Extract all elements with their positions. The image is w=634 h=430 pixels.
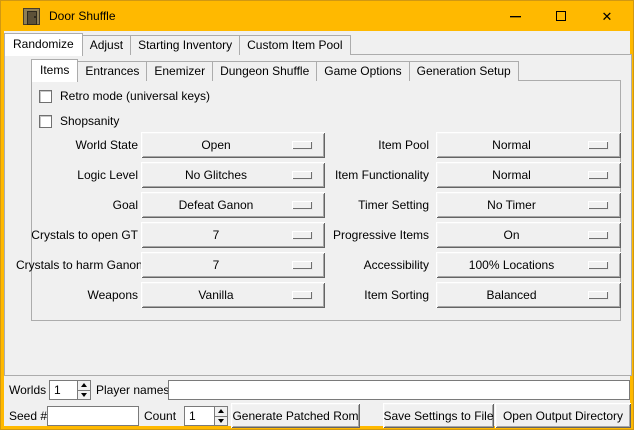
door-icon (23, 8, 40, 25)
tab-randomize[interactable]: Randomize (4, 33, 83, 56)
world-state-dropdown[interactable]: Open (141, 132, 325, 158)
dropdown-indicator-icon (292, 261, 312, 269)
tab-entrances[interactable]: Entrances (77, 61, 147, 81)
spin-down-icon[interactable] (215, 417, 227, 426)
crystals-open-gt-label: Crystals to open GT (16, 228, 138, 242)
dropdown-indicator-icon (588, 291, 608, 299)
window-controls: ✕ (492, 1, 630, 31)
item-sorting-dropdown[interactable]: Balanced (436, 282, 621, 308)
titlebar: Door Shuffle ✕ (1, 1, 633, 31)
weapons-dropdown[interactable]: Vanilla (141, 282, 325, 308)
dropdown-indicator-icon (292, 141, 312, 149)
open-output-directory-button[interactable]: Open Output Directory (495, 403, 631, 428)
dropdown-indicator-icon (588, 171, 608, 179)
close-icon: ✕ (602, 10, 613, 23)
progressive-items-label: Progressive Items (321, 228, 429, 242)
timer-setting-dropdown[interactable]: No Timer (436, 192, 621, 218)
accessibility-dropdown[interactable]: 100% Locations (436, 252, 621, 278)
tab-custom-item-pool[interactable]: Custom Item Pool (239, 35, 350, 55)
spin-up-icon[interactable] (215, 407, 227, 417)
spin-up-icon[interactable] (78, 381, 90, 391)
shopsanity-checkbox[interactable] (39, 115, 52, 128)
generate-patched-rom-button[interactable]: Generate Patched Rom (231, 403, 360, 428)
count-value: 1 (185, 407, 214, 425)
retro-mode-row: Retro mode (universal keys) (39, 89, 210, 103)
player-names-label: Player names (96, 383, 169, 397)
dropdown-indicator-icon (588, 141, 608, 149)
dropdown-indicator-icon (588, 201, 608, 209)
world-state-label: World State (16, 138, 138, 152)
timer-setting-label: Timer Setting (321, 198, 429, 212)
worlds-spinner[interactable]: 1 (49, 380, 91, 400)
tab-dungeon-shuffle[interactable]: Dungeon Shuffle (212, 61, 317, 81)
dropdown-indicator-icon (292, 231, 312, 239)
retro-mode-checkbox[interactable] (39, 90, 52, 103)
dropdown-indicator-icon (292, 201, 312, 209)
item-pool-dropdown[interactable]: Normal (436, 132, 621, 158)
close-button[interactable]: ✕ (584, 1, 630, 31)
tab-adjust[interactable]: Adjust (82, 35, 131, 55)
door-shuffle-window: Door Shuffle ✕ Randomize Adjust Starting… (0, 0, 634, 430)
spin-down-icon[interactable] (78, 391, 90, 400)
logic-level-dropdown[interactable]: No Glitches (141, 162, 325, 188)
item-functionality-label: Item Functionality (321, 168, 429, 182)
save-settings-button[interactable]: Save Settings to File (383, 403, 494, 428)
main-tab-bar: Randomize Adjust Starting Inventory Cust… (4, 32, 350, 55)
dropdown-indicator-icon (292, 171, 312, 179)
seed-input[interactable] (47, 406, 139, 426)
crystals-harm-ganon-dropdown[interactable]: 7 (141, 252, 325, 278)
seed-label: Seed # (9, 409, 47, 423)
player-names-input[interactable] (168, 380, 630, 400)
count-spinner[interactable]: 1 (184, 406, 228, 426)
dropdown-indicator-icon (588, 261, 608, 269)
tab-items[interactable]: Items (31, 59, 78, 82)
maximize-icon (556, 11, 566, 21)
item-functionality-dropdown[interactable]: Normal (436, 162, 621, 188)
weapons-label: Weapons (16, 288, 138, 302)
accessibility-label: Accessibility (321, 258, 429, 272)
dropdown-indicator-icon (588, 231, 608, 239)
count-label: Count (144, 409, 176, 423)
shopsanity-label: Shopsanity (60, 114, 119, 128)
shopsanity-row: Shopsanity (39, 114, 119, 128)
tab-starting-inventory[interactable]: Starting Inventory (130, 35, 240, 55)
worlds-label: Worlds (9, 383, 46, 397)
crystals-open-gt-dropdown[interactable]: 7 (141, 222, 325, 248)
goal-dropdown[interactable]: Defeat Ganon (141, 192, 325, 218)
worlds-value: 1 (50, 381, 77, 399)
tab-generation-setup[interactable]: Generation Setup (409, 61, 519, 81)
window-title: Door Shuffle (49, 9, 116, 23)
progressive-items-dropdown[interactable]: On (436, 222, 621, 248)
logic-level-label: Logic Level (16, 168, 138, 182)
tab-game-options[interactable]: Game Options (316, 61, 409, 81)
crystals-harm-ganon-label: Crystals to harm Ganon (16, 258, 138, 272)
maximize-button[interactable] (538, 1, 584, 31)
retro-mode-label: Retro mode (universal keys) (60, 89, 210, 103)
goal-label: Goal (16, 198, 138, 212)
item-sorting-label: Item Sorting (321, 288, 429, 302)
minimize-button[interactable] (492, 1, 538, 31)
item-pool-label: Item Pool (321, 138, 429, 152)
minimize-icon (510, 16, 521, 17)
sub-tab-bar: Items Entrances Enemizer Dungeon Shuffle… (31, 58, 518, 81)
tab-enemizer[interactable]: Enemizer (146, 61, 213, 81)
dropdown-indicator-icon (292, 291, 312, 299)
